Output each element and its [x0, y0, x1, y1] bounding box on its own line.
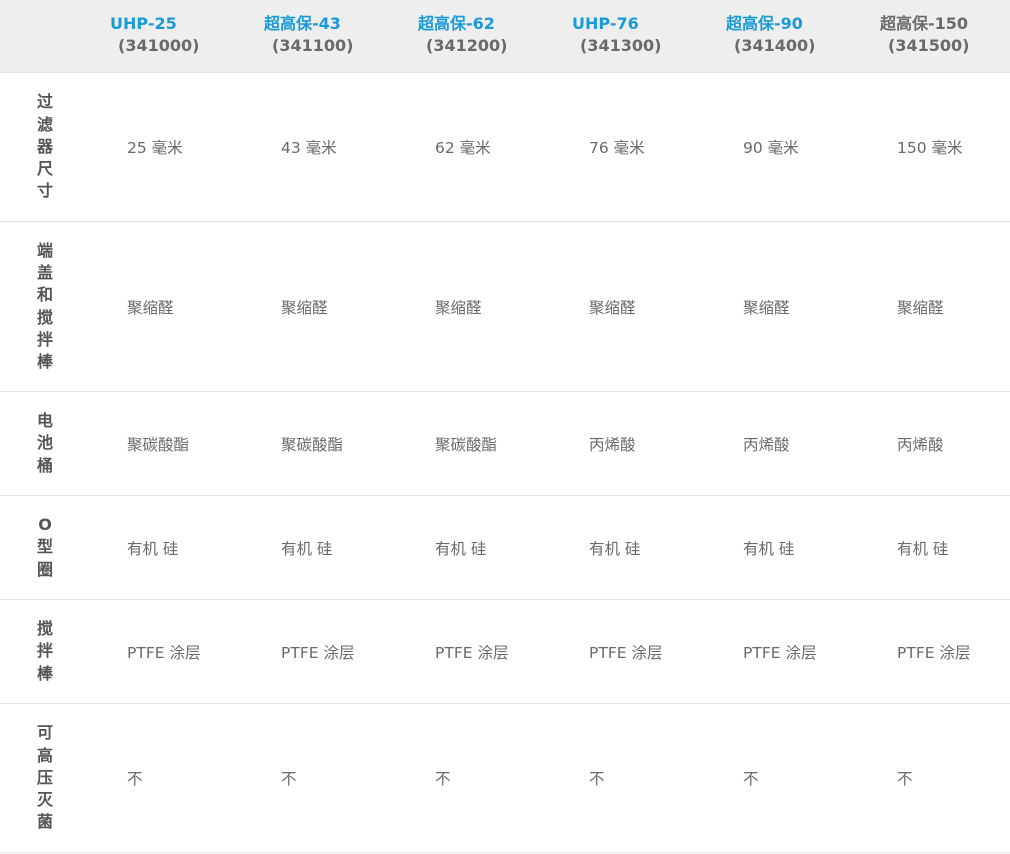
- table-cell: 不: [897, 770, 913, 788]
- table-cell: 聚碳酸酯: [127, 435, 190, 454]
- table-cell: 聚缩醛: [897, 298, 944, 317]
- table-cell: 有机 硅: [897, 539, 949, 558]
- table-cell: 62 毫米: [435, 139, 491, 157]
- row-label: 搅拌棒: [0, 600, 90, 703]
- table-cell: PTFE 涂层: [127, 643, 201, 662]
- table-cell: 有机 硅: [743, 539, 795, 558]
- table-row: 端盖和搅拌棒 聚缩醛 聚缩醛 聚缩醛 聚缩醛 聚缩醛 聚缩醛: [0, 222, 1010, 392]
- table-row: 过滤器尺寸 25 毫米 43 毫米 62 毫米 76 毫米 90 毫米 150 …: [0, 73, 1010, 222]
- row-label-text: 电池桶: [36, 411, 53, 475]
- table-cell: 丙烯酸: [897, 435, 944, 454]
- table-cell: 不: [281, 770, 297, 788]
- table-cell: 聚碳酸酯: [281, 435, 344, 454]
- table-cell: 不: [127, 770, 143, 788]
- table-cell: 有机 硅: [127, 539, 179, 558]
- table-cell: 聚缩醛: [281, 298, 328, 317]
- table-cell: 聚碳酸酯: [435, 435, 498, 454]
- column-header: UHP-25 (341000): [90, 0, 244, 72]
- table-row: 可高压灭菌 不 不 不 不 不 不: [0, 704, 1010, 853]
- table-cell: 43 毫米: [281, 139, 337, 157]
- table-row: 搅拌棒 PTFE 涂层 PTFE 涂层 PTFE 涂层 PTFE 涂层 PTFE…: [0, 600, 1010, 704]
- table-cell: 聚缩醛: [435, 298, 482, 317]
- table-cell: 不: [589, 770, 605, 788]
- column-name: 超高保-62: [418, 14, 495, 33]
- row-label-text: 可高压灭菌: [36, 723, 53, 832]
- column-header: UHP-76 (341300): [552, 0, 706, 72]
- table-cell: 150 毫米: [897, 139, 963, 157]
- table-cell: 聚缩醛: [743, 298, 790, 317]
- table-cell: PTFE 涂层: [435, 643, 509, 662]
- column-header: 超高保-62 (341200): [398, 0, 552, 72]
- column-code: (341100): [272, 36, 354, 55]
- table-cell: 76 毫米: [589, 139, 645, 157]
- row-label-text: 搅拌棒: [36, 619, 53, 683]
- column-name: 超高保-90: [726, 14, 803, 33]
- column-header: 超高保-150 (341500): [860, 0, 1010, 72]
- table-cell: 不: [743, 770, 759, 788]
- column-code: (341400): [734, 36, 816, 55]
- table-cell: 丙烯酸: [743, 435, 790, 454]
- table-cell: 有机 硅: [435, 539, 487, 558]
- table-row: O型圈 有机 硅 有机 硅 有机 硅 有机 硅 有机 硅 有机 硅: [0, 496, 1010, 600]
- row-label-text: O型圈: [36, 515, 53, 579]
- table-cell: 聚缩醛: [589, 298, 636, 317]
- table-cell: 90 毫米: [743, 139, 799, 157]
- table-cell: PTFE 涂层: [589, 643, 663, 662]
- column-code: (341500): [888, 36, 970, 55]
- table-header: UHP-25 (341000) 超高保-43 (341100) 超高保-62 (…: [0, 0, 1010, 73]
- table-cell: 25 毫米: [127, 139, 183, 157]
- table-cell: 有机 硅: [281, 539, 333, 558]
- column-code: (341300): [580, 36, 662, 55]
- spec-table: UHP-25 (341000) 超高保-43 (341100) 超高保-62 (…: [0, 0, 1010, 853]
- row-label-text: 端盖和搅拌棒: [36, 240, 53, 371]
- column-code: (341000): [118, 36, 200, 55]
- table-cell: 聚缩醛: [127, 298, 174, 317]
- table-cell: PTFE 涂层: [897, 643, 971, 662]
- table-cell: PTFE 涂层: [281, 643, 355, 662]
- column-code: (341200): [426, 36, 508, 55]
- column-name: UHP-25: [110, 14, 177, 33]
- column-header: 超高保-90 (341400): [706, 0, 860, 72]
- row-label: 可高压灭菌: [0, 704, 90, 852]
- row-label: 过滤器尺寸: [0, 73, 90, 221]
- row-label: O型圈: [0, 496, 90, 599]
- table-cell: 丙烯酸: [589, 435, 636, 454]
- column-header: 超高保-43 (341100): [244, 0, 398, 72]
- table-cell: 有机 硅: [589, 539, 641, 558]
- row-label: 电池桶: [0, 392, 90, 495]
- column-name: 超高保-150: [880, 14, 969, 33]
- row-label: 端盖和搅拌棒: [0, 222, 90, 391]
- row-label-text: 过滤器尺寸: [36, 92, 53, 201]
- table-cell: 不: [435, 770, 451, 788]
- column-name: UHP-76: [572, 14, 639, 33]
- table-row: 电池桶 聚碳酸酯 聚碳酸酯 聚碳酸酯 丙烯酸 丙烯酸 丙烯酸: [0, 392, 1010, 496]
- column-name: 超高保-43: [264, 14, 341, 33]
- header-corner: [0, 0, 90, 72]
- table-cell: PTFE 涂层: [743, 643, 817, 662]
